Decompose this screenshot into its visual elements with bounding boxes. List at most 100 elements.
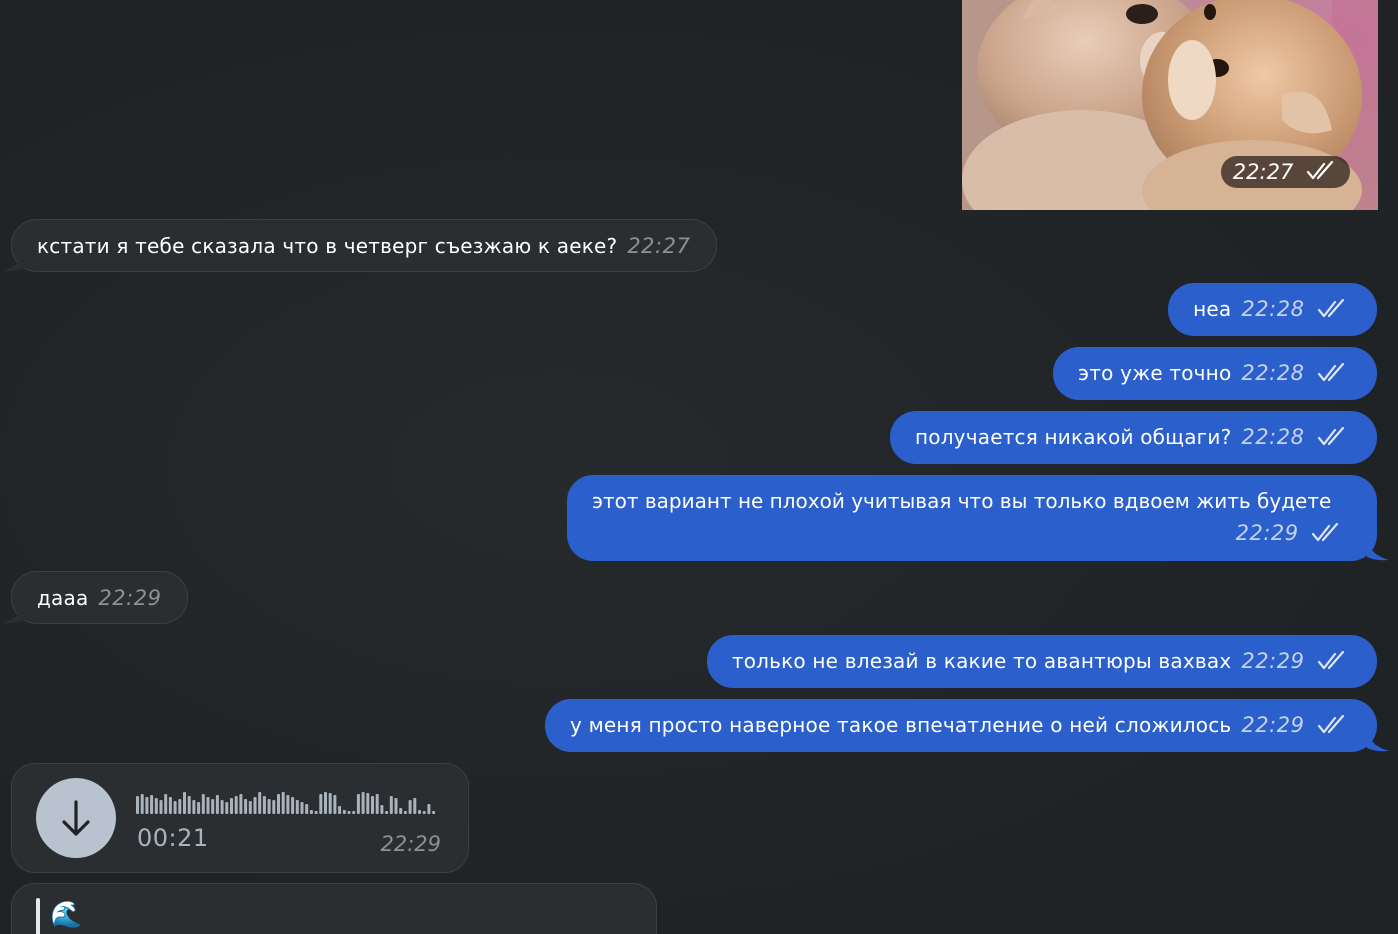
waveform-bar	[145, 797, 149, 814]
waveform-bar	[272, 800, 276, 814]
waveform-bar	[422, 811, 426, 814]
double-check-icon	[1317, 362, 1345, 381]
message-meta: 22:29	[592, 517, 1343, 549]
waveform-bar	[150, 795, 154, 814]
waveform-bar	[164, 794, 168, 814]
message-text: только не влезай в какие то авантюры вах…	[731, 649, 1232, 673]
waveform-bar	[394, 798, 398, 814]
reply-emoji: 🌊	[50, 900, 83, 930]
waveform-bar	[225, 802, 229, 814]
voice-timestamp: 22:29	[380, 832, 441, 856]
waveform-bar	[248, 801, 252, 814]
message-incoming[interactable]: кстати я тебе сказала что в четверг съез…	[2, 219, 718, 272]
waveform-bar	[197, 802, 201, 814]
waveform-bar	[253, 797, 257, 814]
message-incoming[interactable]: дааа 22:29	[2, 571, 189, 624]
message-time: 22:28	[1241, 425, 1305, 449]
message-text: этот вариант не плохой учитывая что вы т…	[592, 489, 1332, 513]
waveform-bar	[295, 800, 299, 814]
waveform-bar	[356, 794, 360, 814]
waveform-bar	[408, 800, 412, 814]
waveform-bar	[281, 792, 285, 814]
waveform-bar	[319, 794, 323, 814]
waveform-bar	[389, 796, 393, 814]
message-outgoing[interactable]: только не влезай в какие то авантюры вах…	[706, 635, 1377, 688]
message-outgoing[interactable]: получается никакой общаги? 22:28	[889, 411, 1377, 464]
waveform-bar	[187, 796, 191, 814]
voice-message[interactable]: 00:21 22:29	[11, 763, 469, 873]
waveform-bar	[140, 794, 144, 814]
double-check-icon	[1311, 522, 1339, 541]
bubble-tail	[1367, 541, 1389, 561]
waveform-bar	[192, 800, 196, 814]
voice-download-button[interactable]	[36, 778, 116, 858]
waveform-bar	[324, 792, 327, 814]
waveform-bar	[201, 794, 205, 814]
message-outgoing[interactable]: это уже точно 22:28	[1053, 347, 1377, 400]
waveform-bar	[173, 801, 177, 814]
waveform-bar	[375, 794, 379, 814]
waveform-bar	[244, 799, 248, 814]
double-check-icon	[1317, 426, 1345, 445]
voice-waveform[interactable]	[136, 790, 436, 816]
waveform-bar	[211, 799, 215, 814]
waveform-bar	[159, 800, 163, 814]
waveform-bar	[366, 793, 370, 814]
message-outgoing[interactable]: этот вариант не плохой учитывая что вы т…	[567, 475, 1389, 561]
waveform-bar	[427, 804, 431, 814]
waveform-bar	[380, 805, 384, 814]
download-arrow-icon	[62, 800, 90, 836]
waveform-bar	[154, 798, 158, 814]
waveform-bar	[262, 796, 266, 814]
waveform-bar	[333, 795, 337, 814]
double-check-icon	[1317, 298, 1345, 317]
message-time: 22:29	[1241, 713, 1305, 737]
waveform-bar	[178, 799, 182, 814]
waveform-bar	[258, 792, 262, 814]
waveform-bar	[267, 799, 271, 814]
waveform-bar	[206, 797, 210, 814]
waveform-bar	[314, 811, 318, 814]
waveform-bar	[371, 796, 374, 814]
reply-quote-bar	[36, 898, 40, 934]
waveform-bar	[399, 808, 403, 814]
waveform-bar	[183, 792, 186, 814]
message-text: кстати я тебе сказала что в четверг съез…	[37, 234, 618, 258]
waveform-bar	[220, 800, 224, 814]
waveform-bar	[418, 810, 421, 814]
waveform-bar	[215, 795, 219, 814]
message-text: у меня просто наверное такое впечатление…	[570, 713, 1232, 737]
photo-time-text: 22:27	[1232, 160, 1294, 184]
waveform-bar	[286, 795, 290, 814]
waveform-bar	[234, 796, 238, 814]
message-incoming-reply[interactable]: 🌊	[11, 883, 657, 934]
photo-message-kittens[interactable]: 22:27	[962, 0, 1378, 210]
bubble-tail	[1367, 732, 1389, 752]
waveform-bar	[385, 811, 389, 814]
message-outgoing[interactable]: у меня просто наверное такое впечатление…	[545, 699, 1389, 752]
bubble-tail	[2, 252, 24, 272]
photo-timestamp: 22:27	[1220, 156, 1350, 188]
waveform-bar	[168, 797, 172, 814]
message-text: неа	[1193, 297, 1232, 321]
message-time: 22:28	[1241, 361, 1305, 385]
waveform-bar	[361, 792, 365, 814]
waveform-bar	[305, 804, 309, 814]
waveform-bar	[342, 810, 346, 814]
message-time: 22:29	[1241, 649, 1305, 673]
waveform-bar	[239, 794, 243, 814]
waveform-bar	[309, 810, 313, 814]
voice-duration: 00:21	[137, 824, 209, 852]
waveform-bar	[291, 797, 295, 814]
message-text: получается никакой общаги?	[914, 425, 1232, 449]
message-time: 22:29	[1235, 521, 1299, 545]
message-text: это уже точно	[1078, 361, 1232, 385]
waveform-bar	[300, 802, 304, 814]
double-check-icon	[1317, 714, 1345, 733]
message-outgoing[interactable]: неа 22:28	[1168, 283, 1377, 336]
message-time: 22:28	[1241, 297, 1305, 321]
waveform-bar	[403, 811, 407, 814]
waveform-bar	[328, 793, 332, 814]
bubble-tail	[2, 604, 24, 624]
waveform-bar	[347, 811, 351, 814]
